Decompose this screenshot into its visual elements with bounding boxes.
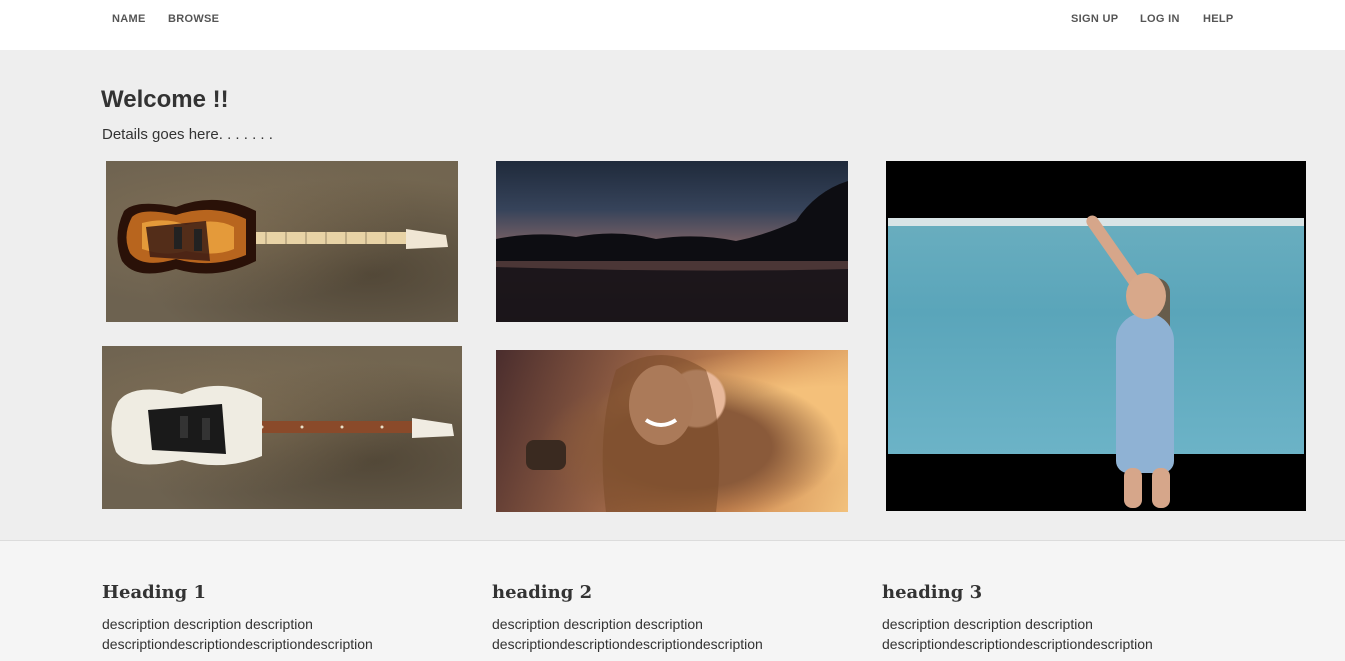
tree-line-silhouette bbox=[496, 181, 848, 322]
feature-heading: heading 2 bbox=[492, 582, 593, 603]
guitar-illustration bbox=[117, 199, 448, 274]
feature-description: description description description desc… bbox=[492, 614, 832, 654]
feature-column-2: heading 2 description description descri… bbox=[492, 582, 832, 654]
feature-description-line: descriptiondescriptiondescriptiondescrip… bbox=[492, 636, 763, 652]
pool-scene bbox=[888, 213, 1304, 508]
feature-description-line: descriptiondescriptiondescriptiondescrip… bbox=[102, 636, 373, 652]
feature-heading: heading 3 bbox=[882, 582, 983, 603]
top-navbar: NAME BROWSE SIGN UP LOG IN HELP bbox=[0, 0, 1345, 51]
white-bass-guitar-image[interactable] bbox=[102, 346, 462, 509]
feature-description-line: description description description bbox=[882, 616, 1093, 632]
nav-name-link[interactable]: NAME bbox=[112, 13, 146, 25]
nav-login-link[interactable]: LOG IN bbox=[1140, 13, 1180, 25]
feature-column-3: heading 3 description description descri… bbox=[882, 582, 1222, 654]
nav-help-link[interactable]: HELP bbox=[1203, 13, 1234, 25]
portrait-shapes bbox=[526, 355, 720, 512]
sunburst-bass-guitar-image[interactable] bbox=[106, 161, 458, 322]
nav-signup-link[interactable]: SIGN UP bbox=[1071, 13, 1118, 25]
sunset-lake-image[interactable] bbox=[496, 161, 848, 322]
feature-description-line: description description description bbox=[102, 616, 313, 632]
pool-video[interactable] bbox=[886, 161, 1306, 511]
feature-column-1: Heading 1 description description descri… bbox=[102, 582, 442, 654]
swimmer-leg bbox=[1124, 468, 1142, 508]
feature-description: description description description desc… bbox=[102, 614, 442, 654]
feature-heading: Heading 1 bbox=[102, 582, 207, 603]
welcome-title: Welcome !! bbox=[101, 86, 229, 113]
nav-browse-link[interactable]: BROWSE bbox=[168, 13, 219, 25]
smiling-woman-image[interactable] bbox=[496, 350, 848, 512]
swimmer-head bbox=[1126, 273, 1166, 319]
feature-description-line: descriptiondescriptiondescriptiondescrip… bbox=[882, 636, 1153, 652]
swimmer-leg bbox=[1152, 468, 1170, 508]
hero-section: Welcome !! Details goes here. . . . . . … bbox=[0, 50, 1345, 541]
feature-description: description description description desc… bbox=[882, 614, 1222, 654]
guitar-illustration bbox=[111, 385, 454, 466]
feature-description-line: description description description bbox=[492, 616, 703, 632]
swimmer-body bbox=[1116, 313, 1174, 473]
welcome-details: Details goes here. . . . . . . bbox=[102, 126, 273, 143]
